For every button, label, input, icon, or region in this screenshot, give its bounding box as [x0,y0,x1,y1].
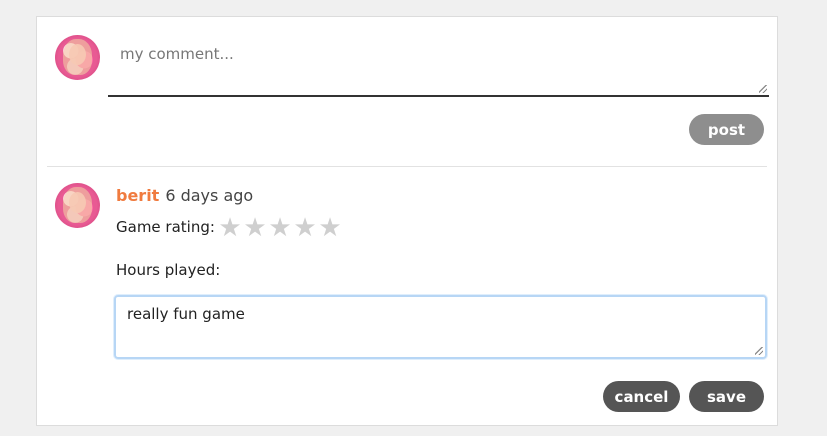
edit-comment-input[interactable]: really fun game [116,297,765,357]
divider [47,166,767,167]
star-icon[interactable]: ★ [243,215,267,241]
star-icon[interactable]: ★ [293,215,317,241]
comment-input-wrapper [108,36,769,97]
avatar [55,35,100,80]
star-icon[interactable]: ★ [268,215,292,241]
edit-comment-wrapper: really fun game [114,295,767,359]
comment-meta: berit 6 days ago [116,186,253,205]
game-rating-label: Game rating: [116,218,215,236]
save-button[interactable]: save [689,381,764,412]
cancel-button[interactable]: cancel [603,381,680,412]
comments-card: post berit 6 days ago Game rating: ★ ★ ★ … [36,16,778,426]
comment-time: 6 days ago [165,186,254,205]
resize-grip-icon[interactable] [759,85,767,93]
comment-author[interactable]: berit [116,186,159,205]
comment-author-avatar [55,183,100,228]
hours-played-label: Hours played: [116,261,221,279]
star-icon[interactable]: ★ [318,215,342,241]
resize-grip-icon[interactable] [755,347,763,355]
avatar-face [69,192,86,213]
star-rating[interactable]: ★ ★ ★ ★ ★ [218,215,343,241]
comment-input[interactable] [108,36,769,95]
avatar-face [69,44,86,65]
post-button[interactable]: post [689,114,764,145]
star-icon[interactable]: ★ [218,215,242,241]
